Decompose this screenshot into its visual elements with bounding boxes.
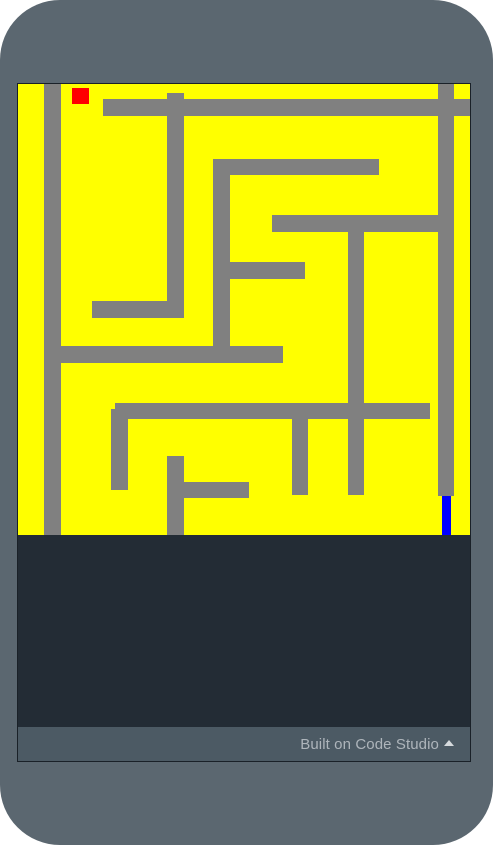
caret-up-icon[interactable] <box>444 740 454 746</box>
maze-wall <box>438 84 454 496</box>
maze-wall <box>213 159 379 175</box>
maze-wall <box>167 93 184 318</box>
footer-label[interactable]: Built on Code Studio <box>300 736 439 753</box>
maze-wall <box>167 482 249 498</box>
goal-marker <box>442 496 451 535</box>
maze-wall <box>103 99 470 116</box>
code-studio-footer[interactable]: Built on Code Studio <box>18 727 470 761</box>
maze-wall <box>213 159 230 348</box>
app-screen: Built on Code Studio <box>17 83 471 762</box>
player-sprite <box>72 88 89 104</box>
maze-wall <box>213 262 305 279</box>
maze-wall <box>44 84 61 535</box>
maze-game-canvas[interactable] <box>18 84 470 535</box>
maze-wall <box>92 301 184 318</box>
console-area <box>18 535 470 727</box>
maze-wall <box>111 409 128 490</box>
phone-frame: Built on Code Studio <box>0 0 493 845</box>
maze-wall <box>115 403 430 419</box>
maze-wall <box>292 403 308 495</box>
maze-wall <box>61 346 283 363</box>
maze-wall <box>348 215 364 495</box>
